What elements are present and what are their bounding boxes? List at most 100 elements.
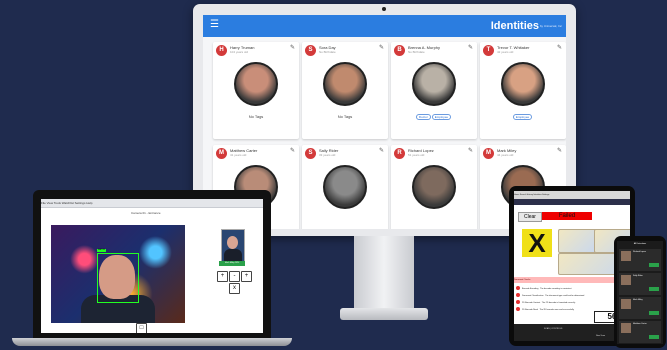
zoom-in-button[interactable]: + (217, 271, 228, 282)
check-result: The document type could not be determine… (545, 295, 585, 297)
detection-item[interactable]: Richard Lopez (619, 249, 661, 271)
tag-chip[interactable]: Doctor (415, 114, 431, 120)
phone: All Detections Richard Lopez Sally Rider M… (614, 236, 666, 348)
tag-area: No Tags (306, 114, 384, 119)
view-button[interactable] (649, 335, 659, 339)
avatar-initial: R (394, 148, 405, 159)
pencil-icon[interactable]: ✎ (379, 44, 384, 52)
laptop-toolbar[interactable]: File View Tools Watchlist Settings Help (41, 199, 263, 208)
check-row[interactable]: Document Classification The document typ… (516, 293, 628, 299)
detection-item[interactable]: Mark Miley (619, 297, 661, 319)
tag-area: Employee (484, 114, 562, 120)
profile-photo (323, 62, 367, 106)
profile-photo (501, 62, 545, 106)
identity-age: 44 years old (497, 153, 514, 157)
fail-dot-icon (516, 300, 520, 305)
view-button[interactable] (649, 263, 659, 267)
identity-card[interactable]: S Sally Rider 33 years old ✎ (302, 145, 388, 229)
check-result: The 2D barcode is formatted correctly (541, 302, 576, 304)
detection-item[interactable]: Sally Rider (619, 273, 661, 295)
checks-header: Document Checks (514, 277, 630, 283)
tag-chip[interactable]: Employee (512, 114, 533, 120)
check-result: The barcode encoding is consistent (540, 288, 572, 290)
identity-card[interactable]: H Harry Truman 104 years old ✎ No Tags (213, 42, 299, 139)
face-detection-box (97, 253, 139, 303)
identity-age: 41 years old (230, 153, 247, 157)
new-scan-button[interactable]: New Scan (596, 335, 605, 337)
tag-chip[interactable]: Employee (431, 114, 452, 120)
detection-photo (621, 251, 631, 261)
pencil-icon[interactable]: ✎ (290, 44, 295, 52)
check-row[interactable]: 2D Barcode Content The 2D barcode is for… (516, 300, 628, 306)
avatar-initial: S (305, 148, 316, 159)
laptop-base (12, 338, 292, 346)
identity-age: 42 years old (497, 50, 514, 54)
pencil-icon[interactable]: ✎ (468, 44, 473, 52)
fail-dot-icon (516, 293, 520, 298)
avatar-initial: H (216, 45, 227, 56)
scan-controls-label[interactable]: SCAN | CONTROLS (544, 328, 562, 330)
check-name: 2D Barcode Content (522, 302, 541, 304)
identity-card[interactable]: S Sora Day No Birthdate ✎ No Tags (302, 42, 388, 139)
avatar-initial: T (483, 45, 494, 56)
identity-age: No Birthdate (319, 50, 336, 54)
add-identity-button[interactable]: + (241, 271, 252, 282)
avatar-initial: S (305, 45, 316, 56)
detection-name: Mark Miley (633, 299, 643, 301)
view-button[interactable] (649, 311, 659, 315)
tag-area: Doctor Employee (395, 114, 473, 120)
phone-screen: All Detections Richard Lopez Sally Rider M… (617, 241, 663, 344)
profile-photo (323, 165, 367, 209)
matched-face-thumbnail[interactable] (221, 229, 245, 263)
app-bar: ☰ Identities by Universal, Inc (203, 15, 566, 37)
check-name: Barcode Encoding (522, 288, 539, 290)
tablet-screen: Home Search History Identities Settings … (514, 191, 630, 341)
no-tags-label: No Tags (337, 114, 353, 119)
detection-photo (621, 275, 631, 285)
identity-card[interactable]: R Richard Lopez 51 years old ✎ (391, 145, 477, 229)
detection-photo (621, 323, 631, 333)
pencil-icon[interactable]: ✎ (379, 147, 384, 155)
camera-video-feed: MATCH (51, 225, 185, 323)
fail-dot-icon (516, 286, 520, 291)
detection-label: MATCH (97, 249, 106, 252)
laptop-screen: File View Tools Watchlist Settings Help … (41, 199, 263, 333)
laptop: File View Tools Watchlist Settings Help … (33, 190, 271, 338)
identity-card[interactable]: B Brenna A. Murphy No Birthdate ✎ Doctor Empl… (391, 42, 477, 139)
detection-photo (621, 299, 631, 309)
avatar-initial: M (216, 148, 227, 159)
detection-item[interactable]: Matthew Carter (619, 321, 661, 343)
phone-title: All Detections (633, 243, 647, 245)
detection-name: Sally Rider (633, 275, 643, 277)
identity-age: 104 years old (230, 50, 249, 54)
failed-status-badge: Failed (542, 212, 592, 220)
clear-button[interactable]: Clear (518, 212, 542, 222)
tablet-sub-bar (514, 199, 630, 205)
id-card-front (558, 229, 598, 253)
detection-name: Richard Lopez (633, 251, 646, 253)
tablet-footer: SCAN | CONTROLS New Scan (514, 324, 630, 341)
identity-card[interactable]: T Trevor T. Whitaker 42 years old ✎ Employee (480, 42, 566, 139)
zoom-out-button[interactable]: - (229, 271, 240, 282)
menu-icon[interactable]: ☰ (210, 19, 219, 31)
webcam (382, 7, 386, 11)
thumbnail-face (227, 236, 238, 249)
page-title: Identities (490, 20, 539, 32)
pencil-icon[interactable]: ✎ (557, 147, 562, 155)
pencil-icon[interactable]: ✎ (290, 147, 295, 155)
identity-age: No Birthdate (408, 50, 425, 54)
profile-photo (412, 165, 456, 209)
check-result: The 2D barcode was read successfully (539, 309, 574, 311)
tablet-nav-bar[interactable]: Home Search History Identities Settings (514, 191, 630, 199)
avatar-initial: M (483, 148, 494, 159)
pencil-icon[interactable]: ✎ (468, 147, 473, 155)
avatar-initial: B (394, 45, 405, 56)
check-row[interactable]: Barcode Encoding The barcode encoding is… (516, 286, 628, 292)
view-button[interactable] (649, 287, 659, 291)
dismiss-button[interactable]: x (229, 283, 240, 294)
match-badge: Mark Miley 98% (219, 261, 245, 266)
tag-area: No Tags (217, 114, 295, 119)
fullscreen-button[interactable]: □ (136, 323, 147, 333)
pencil-icon[interactable]: ✎ (557, 44, 562, 52)
fail-dot-icon (516, 307, 520, 312)
